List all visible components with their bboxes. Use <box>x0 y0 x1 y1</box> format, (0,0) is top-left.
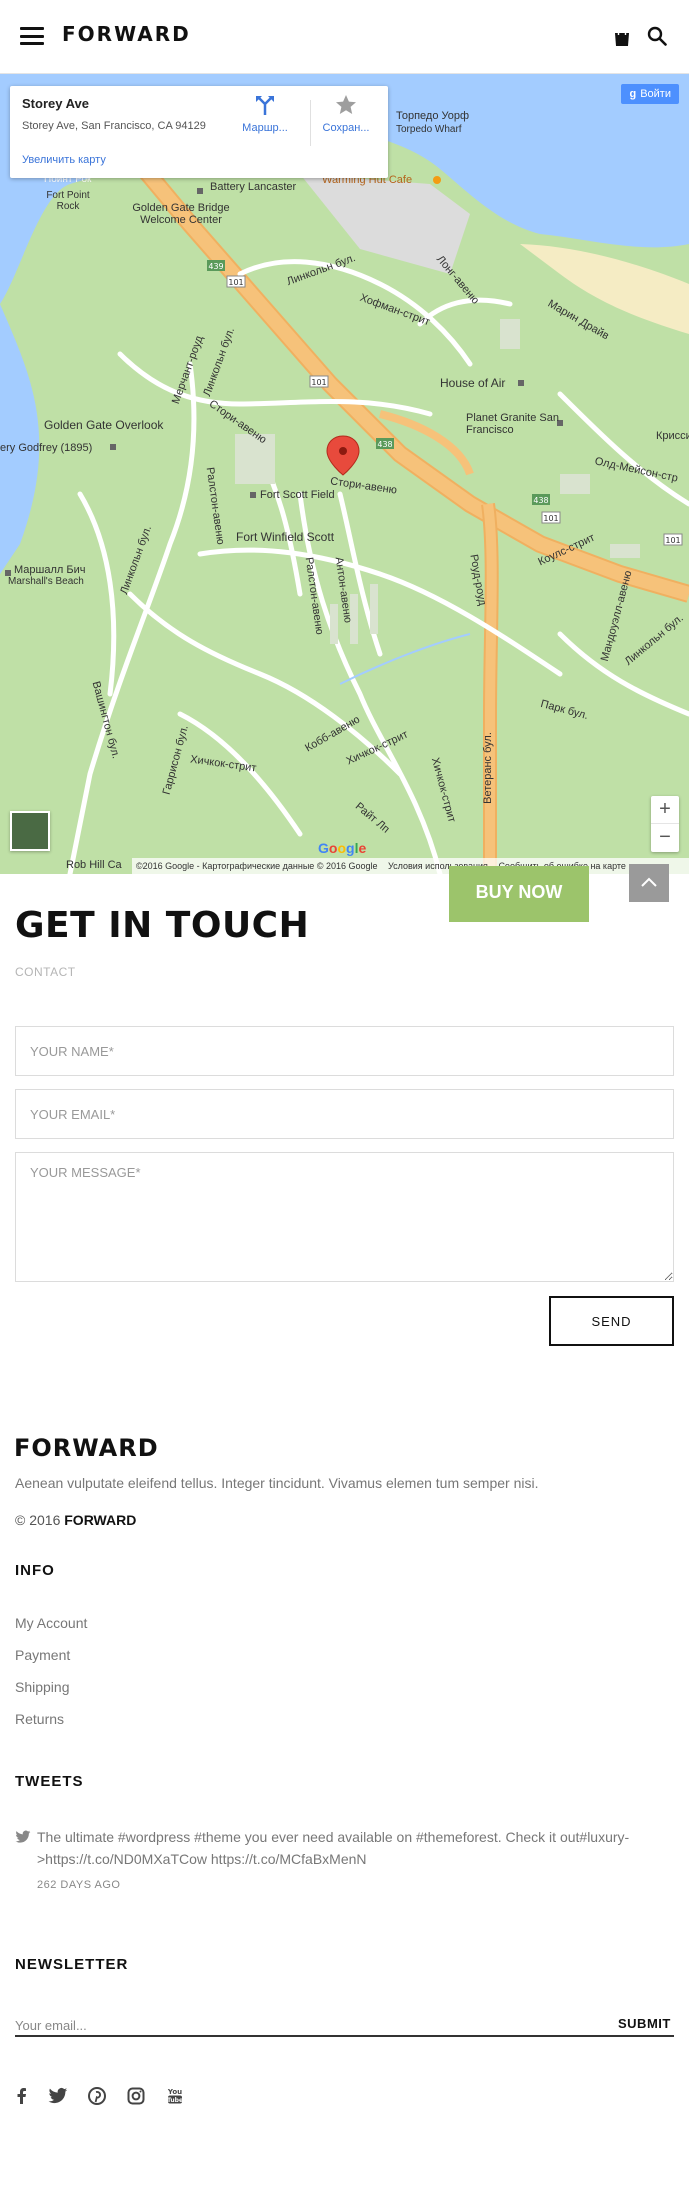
site-logo[interactable]: FORWARD <box>62 22 191 46</box>
map-label: Fort Winfield Scott <box>236 530 335 544</box>
name-field[interactable] <box>15 1026 674 1076</box>
tweets-heading: TWEETS <box>15 1773 84 1790</box>
footer-description: Aenean vulputate eleifend tellus. Intege… <box>15 1475 539 1491</box>
buy-now-button[interactable]: BUY NOW <box>449 866 589 922</box>
map-label: House of Air <box>440 376 506 390</box>
footer-link-returns[interactable]: Returns <box>15 1711 64 1727</box>
map-label: Rob Hill Ca <box>66 859 122 871</box>
scroll-to-top-button[interactable] <box>629 864 669 902</box>
save-place-button[interactable]: Сохран... <box>316 94 376 134</box>
google-map[interactable]: 439 101 101 438 438 101 101 Торпедо Уорф Torpe… <box>0 74 689 874</box>
footer-link-my-account[interactable]: My Account <box>15 1615 87 1631</box>
map-label: Крисси <box>656 430 689 442</box>
tweet-timestamp: 262 DAYS AGO <box>37 1879 121 1891</box>
map-label: ery Godfrey (1895) <box>0 442 93 454</box>
zoom-in-button[interactable]: + <box>651 796 679 824</box>
newsletter-heading: NEWSLETTER <box>15 1956 129 1973</box>
directions-label: Маршр... <box>242 122 288 134</box>
copyright-brand[interactable]: FORWARD <box>64 1512 136 1528</box>
map-label: Fort Point Rock <box>46 190 90 212</box>
place-address: Storey Ave, San Francisco, CA 94129 <box>22 120 206 132</box>
map-label: Marshall's Beach <box>8 576 84 587</box>
message-field[interactable] <box>15 1152 674 1282</box>
highway-shield-label: 101 <box>543 514 558 523</box>
directions-icon <box>256 96 274 115</box>
newsletter-underline <box>15 2035 674 2037</box>
map-copyright: ©2016 Google - Картографические данные ©… <box>136 861 378 871</box>
tweet-text: The ultimate #wordpress #theme you ever … <box>37 1829 630 1867</box>
map-label: Battery Lancaster <box>210 181 297 193</box>
place-title: Storey Ave <box>22 96 89 111</box>
highway-shield-label: 438 <box>533 496 548 505</box>
info-heading: INFO <box>15 1562 55 1579</box>
save-place-label: Сохран... <box>322 122 370 134</box>
info-divider <box>310 100 311 146</box>
send-button[interactable]: SEND <box>549 1296 674 1346</box>
copyright-text: © 2016 <box>15 1512 61 1528</box>
map-attribution-bar: ©2016 Google - Картографические данные ©… <box>132 858 689 874</box>
map-label: Fort Scott Field <box>260 489 335 501</box>
map-label: Golden Gate Overlook <box>44 418 164 432</box>
footer-copyright: © 2016 FORWARD <box>15 1512 136 1528</box>
map-label: Torpedo Wharf <box>396 124 462 135</box>
enlarge-map-link[interactable]: Увеличить карту <box>22 154 106 166</box>
contact-title: GET IN TOUCH <box>15 905 310 946</box>
footer-link-payment[interactable]: Payment <box>15 1647 70 1663</box>
google-logo: Google <box>318 840 367 856</box>
facebook-icon[interactable] <box>12 2086 32 2106</box>
zoom-out-button[interactable]: − <box>651 824 679 852</box>
map-label: Торпедо Уорф <box>396 110 470 122</box>
map-background: 439 101 101 438 438 101 101 <box>0 74 689 874</box>
breadcrumb: CONTACT <box>15 965 76 979</box>
directions-button[interactable]: Маршр... <box>235 94 295 134</box>
twitter-icon[interactable] <box>48 2086 68 2106</box>
youtube-icon[interactable]: You Tube <box>165 2086 185 2106</box>
instagram-icon[interactable] <box>126 2086 146 2106</box>
highway-shield-label: 101 <box>311 378 326 387</box>
map-label: Ветеранс бул. <box>481 732 494 804</box>
map-label: Маршалл Бич <box>14 564 86 576</box>
hamburger-menu-icon[interactable] <box>20 27 44 45</box>
svg-text:You: You <box>167 2088 182 2096</box>
highway-shield-label: 101 <box>228 278 243 287</box>
svg-text:Tube: Tube <box>167 2097 183 2104</box>
footer-link-shipping[interactable]: Shipping <box>15 1679 70 1695</box>
google-signin-button[interactable]: g Войти <box>621 84 679 104</box>
highway-shield-label: 439 <box>208 262 223 271</box>
shopping-bag-icon[interactable] <box>613 27 631 47</box>
highway-shield-label: 438 <box>377 440 392 449</box>
map-zoom-controls: + − <box>651 796 679 852</box>
satellite-toggle-thumbnail[interactable] <box>10 811 50 851</box>
search-icon[interactable] <box>647 26 667 46</box>
chevron-up-icon <box>641 877 657 887</box>
star-icon <box>336 95 356 114</box>
newsletter-submit-button[interactable]: SUBMIT <box>618 2016 671 2031</box>
map-label: Planet Granite San Francisco <box>466 412 559 436</box>
site-header: FORWARD <box>0 0 689 74</box>
google-g-icon: g <box>629 88 637 100</box>
highway-shield-label: 101 <box>665 536 680 545</box>
twitter-bird-icon <box>15 1830 31 1843</box>
map-info-card: Storey Ave Storey Ave, San Francisco, CA… <box>10 86 388 178</box>
footer-logo[interactable]: FORWARD <box>14 1434 159 1462</box>
signin-label: Войти <box>640 88 671 100</box>
map-label: Golden Gate Bridge Welcome Center <box>132 202 230 226</box>
pinterest-icon[interactable] <box>87 2086 107 2106</box>
email-field[interactable] <box>15 1089 674 1139</box>
